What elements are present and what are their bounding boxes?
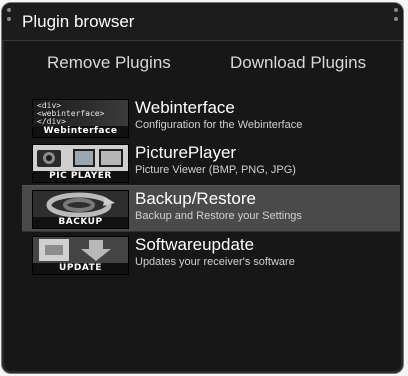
webinterface-art: <div> <webinterface> </div>: [33, 100, 128, 126]
plugin-tabs: Remove Plugins Download Plugins: [2, 53, 403, 79]
window-title: Plugin browser: [22, 12, 135, 31]
plugin-name: PicturePlayer: [135, 143, 237, 162]
plugin-list: <div> <webinterface> </div> Webinterface…: [22, 95, 400, 277]
thumb-caption: UPDATE: [33, 263, 128, 274]
corner-decoration: [7, 17, 11, 21]
corner-decoration: [394, 17, 398, 21]
plugin-description: Configuration for the Webinterface: [135, 119, 303, 131]
corner-decoration: [7, 8, 11, 12]
plugin-text: Backup/Restore Backup and Restore your S…: [135, 189, 302, 222]
plugin-item-pictureplayer[interactable]: PIC PLAYER PicturePlayer Picture Viewer …: [26, 140, 398, 185]
remove-plugins-button[interactable]: Remove Plugins: [47, 53, 171, 73]
plugin-item-webinterface[interactable]: <div> <webinterface> </div> Webinterface…: [26, 95, 398, 140]
backup-art: [33, 191, 128, 218]
plugin-description: Updates your receiver's software: [135, 256, 295, 268]
software-update-icon: UPDATE: [32, 236, 129, 275]
thumb-caption: Webinterface: [33, 126, 128, 137]
picture-player-icon: PIC PLAYER: [32, 144, 129, 183]
plugin-name: Softwareupdate: [135, 235, 255, 254]
plugin-text: Softwareupdate Updates your receiver's s…: [135, 235, 295, 268]
title-bar: Plugin browser: [2, 3, 403, 41]
corner-decoration: [394, 8, 398, 12]
camera-icon: [33, 145, 128, 171]
plugin-text: PicturePlayer Picture Viewer (BMP, PNG, …: [135, 143, 296, 176]
thumb-caption: BACKUP: [33, 217, 128, 228]
download-plugins-button[interactable]: Download Plugins: [230, 53, 366, 73]
plugin-name: Backup/Restore: [135, 189, 256, 208]
plugin-text: Webinterface Configuration for the Webin…: [135, 98, 302, 131]
plugin-browser-window: Plugin browser Remove Plugins Download P…: [2, 3, 403, 373]
webinterface-icon: <div> <webinterface> </div> Webinterface: [32, 99, 129, 138]
plugin-item-backup-restore[interactable]: BACKUP Backup/Restore Backup and Restore…: [22, 185, 400, 232]
swirl-icon: [33, 191, 128, 218]
plugin-item-softwareupdate[interactable]: UPDATE Softwareupdate Updates your recei…: [26, 232, 398, 277]
download-arrow-icon: [33, 237, 128, 263]
software-update-art: [33, 237, 128, 263]
plugin-name: Webinterface: [135, 98, 235, 117]
backup-icon: BACKUP: [32, 190, 129, 229]
plugin-description: Backup and Restore your Settings: [135, 210, 302, 222]
picture-player-art: [33, 145, 128, 171]
thumb-caption: PIC PLAYER: [33, 171, 128, 182]
plugin-description: Picture Viewer (BMP, PNG, JPG): [135, 164, 296, 176]
